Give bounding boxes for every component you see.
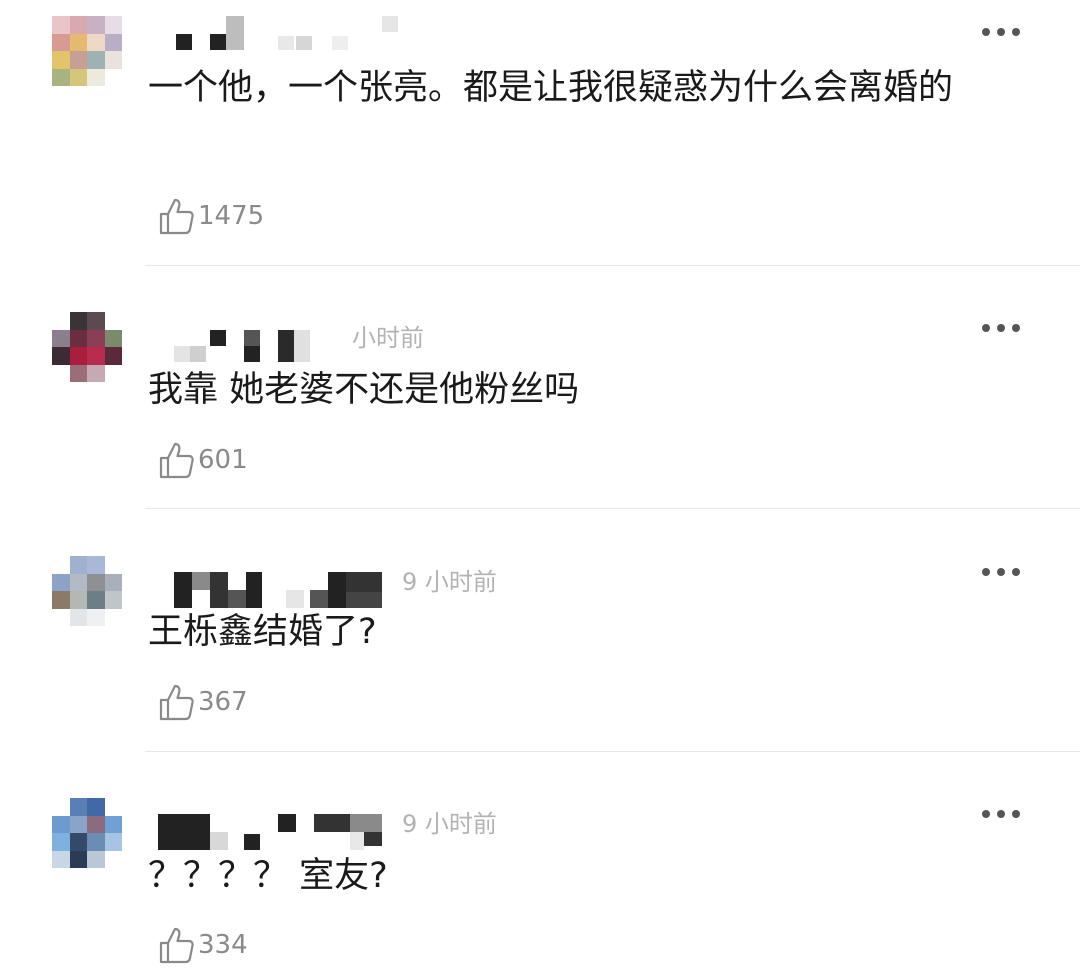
thumbs-up-icon bbox=[159, 927, 194, 964]
divider bbox=[145, 751, 1080, 752]
avatar[interactable] bbox=[52, 798, 122, 868]
like-count: 601 bbox=[198, 445, 248, 475]
more-dots-icon[interactable] bbox=[982, 26, 1022, 38]
more-dots-icon[interactable] bbox=[982, 322, 1022, 334]
timestamp: 9 小时前 bbox=[402, 810, 497, 838]
more-dots-icon[interactable] bbox=[982, 566, 1022, 578]
comment-item-4: 9 小时前 ？？？？ 室友? 334 bbox=[0, 782, 1080, 975]
username-pixelated[interactable] bbox=[150, 798, 390, 850]
comment-text: ？？？？ 室友? bbox=[148, 856, 388, 896]
timestamp: 小时前 bbox=[352, 324, 424, 352]
like-button[interactable]: 601 bbox=[158, 440, 248, 480]
comment-item-3: 9 小时前 王栎鑫结婚了? 367 bbox=[0, 540, 1080, 751]
avatar[interactable] bbox=[52, 312, 122, 382]
like-count: 334 bbox=[198, 930, 248, 960]
comment-text: 王栎鑫结婚了? bbox=[148, 612, 377, 652]
like-count: 367 bbox=[198, 687, 248, 717]
divider bbox=[145, 508, 1080, 509]
like-button[interactable]: 367 bbox=[158, 682, 248, 722]
username-pixelated[interactable] bbox=[150, 556, 390, 608]
comment-item-2: 小时前 我靠 她老婆不还是他粉丝吗 601 bbox=[0, 296, 1080, 508]
comment-item-1: 一个他，一个张亮。都是让我很疑惑为什么会离婚的 1475 bbox=[0, 0, 1080, 265]
avatar[interactable] bbox=[52, 556, 122, 626]
thumbs-up-icon bbox=[159, 684, 194, 721]
more-dots-icon[interactable] bbox=[982, 808, 1022, 820]
timestamp: 9 小时前 bbox=[402, 568, 497, 596]
comment-text: 一个他，一个张亮。都是让我很疑惑为什么会离婚的 bbox=[148, 68, 954, 108]
comment-text: 我靠 她老婆不还是他粉丝吗 bbox=[148, 370, 580, 410]
like-button[interactable]: 334 bbox=[158, 925, 248, 965]
thumbs-up-icon bbox=[159, 442, 194, 479]
username-pixelated[interactable] bbox=[150, 16, 398, 52]
like-count: 1475 bbox=[198, 201, 265, 231]
like-button[interactable]: 1475 bbox=[158, 196, 264, 236]
avatar[interactable] bbox=[52, 16, 122, 86]
divider bbox=[145, 265, 1080, 266]
thumbs-up-icon bbox=[159, 198, 194, 235]
